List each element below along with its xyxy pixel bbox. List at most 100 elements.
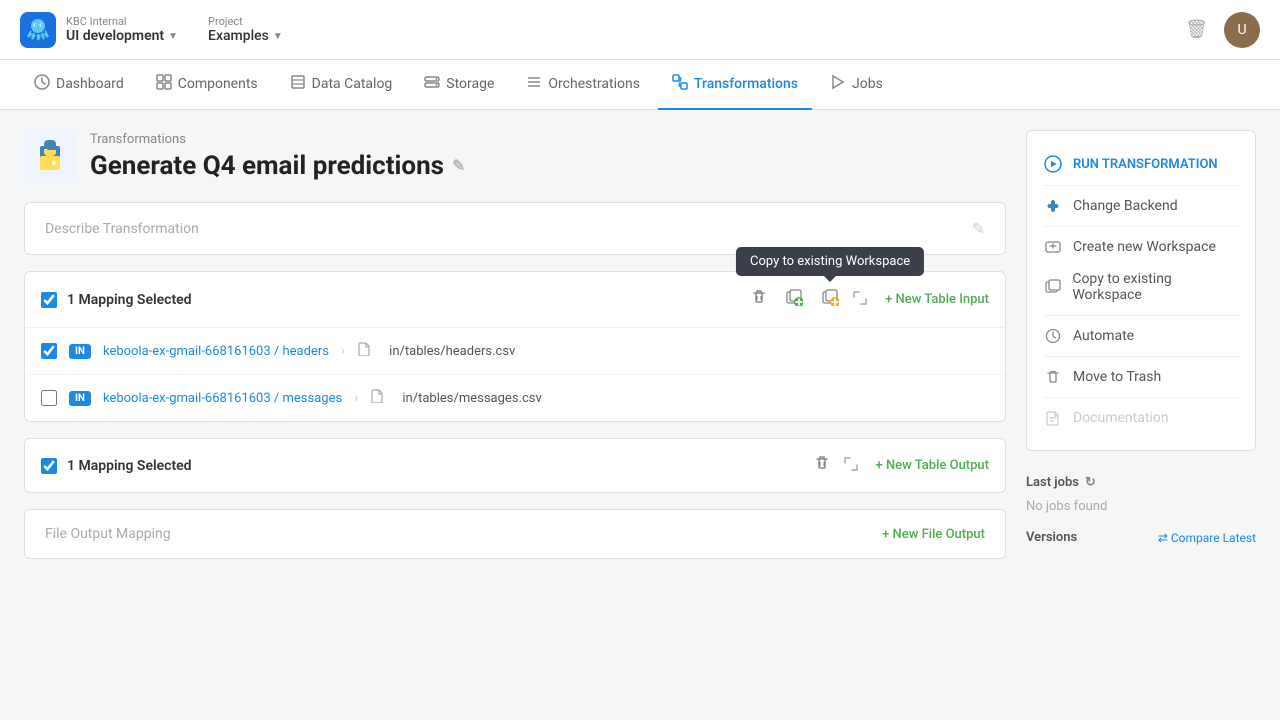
divider-3 (1043, 315, 1239, 316)
output-mapping-card: 1 Mapping Selected + New Table Output (24, 438, 1006, 493)
arrow-icon-2: › (354, 390, 358, 406)
data-catalog-icon (290, 74, 306, 94)
divider-1 (1043, 185, 1239, 186)
output-delete-button[interactable] (810, 451, 834, 480)
nav-label-orchestrations: Orchestrations (548, 76, 640, 92)
dest-file-icon-1 (357, 342, 371, 360)
storage-icon (424, 74, 440, 94)
workspace-chevron-icon: ▼ (168, 31, 178, 42)
file-output-row: File Output Mapping + New File Output (25, 510, 1005, 558)
brand-company: KBC Internal (66, 15, 178, 28)
describe-placeholder[interactable]: Describe Transformation (45, 221, 199, 237)
automate-label: Automate (1073, 328, 1134, 344)
output-select-all-checkbox[interactable] (41, 458, 57, 474)
move-trash-label: Move to Trash (1073, 369, 1161, 385)
page-title-section: Transformations Generate Q4 email predic… (90, 132, 465, 181)
sidebar: RUN TRANSFORMATION Change Backend Create… (1026, 130, 1256, 553)
output-mapping-toolbar: 1 Mapping Selected + New Table Output (25, 439, 1005, 492)
create-workspace-icon (1043, 239, 1063, 255)
expand-output-icon[interactable] (844, 456, 858, 475)
versions-title: Versions (1026, 530, 1077, 545)
arrow-icon-1: › (341, 343, 345, 359)
avatar[interactable]: U (1224, 12, 1260, 48)
trash-icon[interactable]: 🗑 (1185, 19, 1208, 40)
describe-card-header: Describe Transformation ✎ (25, 203, 1005, 254)
nav-label-jobs: Jobs (852, 76, 883, 92)
copy-existing-workspace-button[interactable] (817, 284, 843, 315)
new-file-output-button[interactable]: + New File Output (882, 527, 985, 542)
divider-4 (1043, 356, 1239, 357)
input-select-all-checkbox[interactable] (41, 292, 57, 308)
last-jobs-title: Last jobs ↻ (1026, 475, 1256, 490)
change-backend-icon (1043, 198, 1063, 214)
run-label: RUN TRANSFORMATION (1073, 157, 1218, 172)
input-mapping-toolbar: 1 Mapping Selected (25, 272, 1005, 328)
in-badge-2: IN (69, 391, 91, 406)
new-table-input-button[interactable]: + New Table Input (885, 292, 989, 307)
create-workspace-button[interactable]: Create new Workspace (1043, 231, 1239, 263)
change-backend-label: Change Backend (1073, 198, 1178, 214)
source-link-2[interactable]: keboola-ex-gmail-668161603 / messages (103, 391, 342, 406)
page-title: Generate Q4 email predictions (90, 151, 444, 181)
versions-row: Versions ⇄ Compare Latest (1026, 530, 1256, 545)
documentation-label: Documentation (1073, 410, 1169, 426)
nav-item-components[interactable]: Components (142, 60, 272, 110)
describe-card: Describe Transformation ✎ (24, 202, 1006, 255)
describe-edit-icon[interactable]: ✎ (972, 219, 985, 238)
copy-workspace-icon (1043, 279, 1062, 295)
new-table-output-button[interactable]: + New Table Output (876, 458, 990, 473)
table-row: IN keboola-ex-gmail-668161603 / headers … (25, 328, 1005, 375)
brand-text: KBC Internal UI development ▼ (66, 15, 178, 44)
transformations-icon (672, 74, 688, 94)
automate-button[interactable]: Automate (1043, 320, 1239, 352)
file-output-label: File Output Mapping (45, 526, 171, 542)
move-trash-button[interactable]: Move to Trash (1043, 361, 1239, 393)
dest-path-2: in/tables/messages.csv (402, 391, 541, 406)
move-trash-icon (1043, 369, 1063, 385)
nav-item-transformations[interactable]: Transformations (658, 60, 812, 110)
project-selector[interactable]: Examples ▼ (208, 28, 283, 44)
table-row: IN keboola-ex-gmail-668161603 / messages… (25, 375, 1005, 421)
copy-existing-workspace-container: Copy to existing Workspace (817, 284, 843, 315)
refresh-icon[interactable]: ↻ (1085, 475, 1096, 490)
jobs-icon (830, 74, 846, 94)
row-checkbox-1[interactable] (41, 343, 57, 359)
documentation-icon (1043, 410, 1063, 426)
nav-item-orchestrations[interactable]: Orchestrations (512, 60, 654, 110)
compare-latest-button[interactable]: ⇄ Compare Latest (1158, 531, 1256, 545)
divider-2 (1043, 226, 1239, 227)
copy-new-workspace-button[interactable] (781, 284, 807, 315)
run-transformation-button[interactable]: RUN TRANSFORMATION (1043, 147, 1239, 181)
run-icon (1043, 155, 1063, 173)
nav-item-data-catalog[interactable]: Data Catalog (276, 60, 407, 110)
create-workspace-label: Create new Workspace (1073, 239, 1216, 255)
nav-label-data-catalog: Data Catalog (312, 76, 393, 92)
brand-workspace[interactable]: UI development ▼ (66, 28, 178, 44)
row-checkbox-2[interactable] (41, 390, 57, 406)
expand-input-icon[interactable] (853, 290, 867, 309)
nav-item-dashboard[interactable]: Dashboard (20, 60, 138, 110)
nav-item-jobs[interactable]: Jobs (816, 60, 897, 110)
output-mapping-count: 1 Mapping Selected (67, 458, 800, 474)
nav-label-dashboard: Dashboard (56, 76, 124, 92)
orchestrations-icon (526, 74, 542, 94)
dashboard-icon (34, 74, 50, 94)
brand-logo-icon (20, 12, 56, 48)
brand: KBC Internal UI development ▼ (20, 12, 178, 48)
input-delete-button[interactable] (747, 285, 771, 314)
top-bar-right: 🗑 U (1185, 12, 1260, 48)
file-output-card: File Output Mapping + New File Output (24, 509, 1006, 559)
copy-workspace-label: Copy to existing Workspace (1072, 271, 1239, 303)
in-badge-1: IN (69, 344, 91, 359)
breadcrumb: Transformations (90, 132, 465, 147)
transformation-icon (24, 130, 76, 182)
nav-item-storage[interactable]: Storage (410, 60, 508, 110)
divider-5 (1043, 397, 1239, 398)
source-link-1[interactable]: keboola-ex-gmail-668161603 / headers (103, 344, 329, 359)
change-backend-button[interactable]: Change Backend (1043, 190, 1239, 222)
input-mapping-count: 1 Mapping Selected (67, 292, 737, 308)
edit-title-icon[interactable]: ✎ (452, 156, 465, 175)
copy-workspace-sidebar-button[interactable]: Copy to existing Workspace (1043, 263, 1239, 311)
documentation-button[interactable]: Documentation (1043, 402, 1239, 434)
no-jobs-text: No jobs found (1026, 499, 1107, 514)
